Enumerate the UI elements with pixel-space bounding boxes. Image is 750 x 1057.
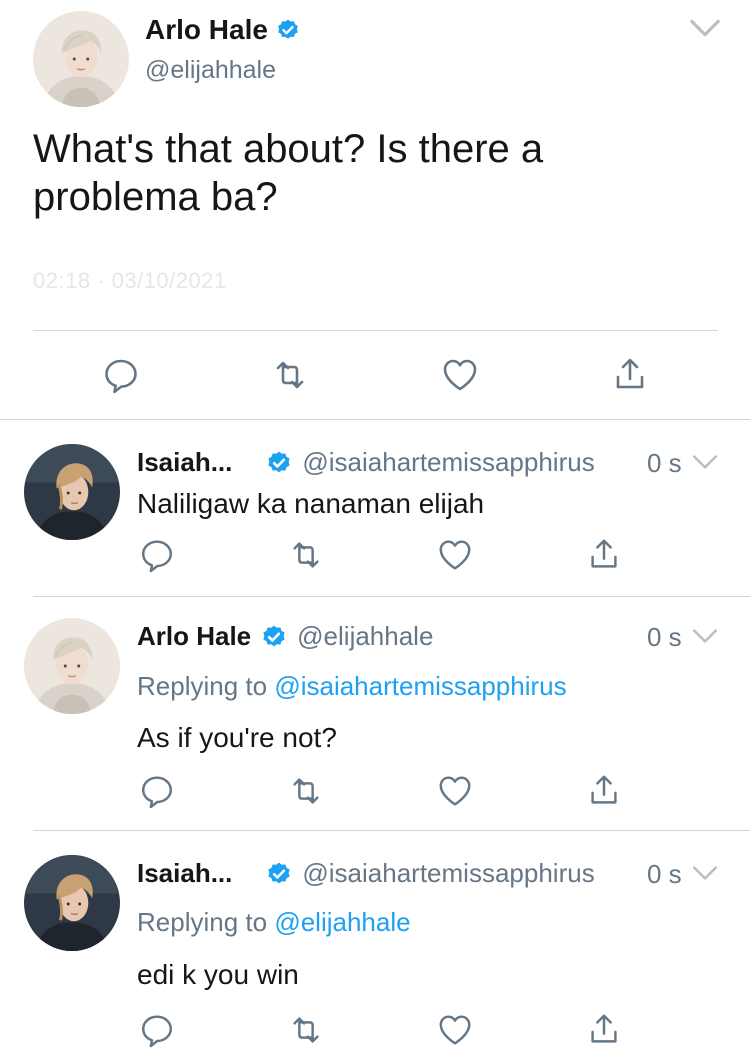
reply-tweet[interactable]: Arlo Hale @elijahhale 0 s Replying to @i… bbox=[0, 597, 750, 830]
author-handle[interactable]: @isaiahartemissapphirus bbox=[302, 858, 594, 889]
mention-link[interactable]: @elijahhale bbox=[274, 907, 410, 937]
author-name[interactable]: Isaiah... bbox=[137, 447, 232, 478]
share-icon[interactable] bbox=[585, 772, 623, 810]
author-handle[interactable]: @isaiahartemissapphirus bbox=[302, 447, 594, 478]
author-name[interactable]: Arlo Hale bbox=[145, 14, 300, 46]
author-handle[interactable]: @elijahhale bbox=[297, 621, 433, 652]
verified-badge-icon bbox=[266, 861, 292, 887]
replying-to-label: Replying to bbox=[137, 671, 268, 701]
reply-header: Arlo Hale @elijahhale bbox=[137, 621, 433, 652]
reply-icon[interactable] bbox=[138, 1011, 176, 1049]
reply-tweet[interactable]: Isaiah... @isaiahartemissapphirus 0 s Na… bbox=[0, 420, 750, 596]
retweet-icon[interactable] bbox=[270, 355, 310, 395]
reply-icon[interactable] bbox=[138, 536, 176, 574]
verified-badge-icon bbox=[261, 624, 287, 650]
author-name[interactable]: Arlo Hale bbox=[137, 621, 251, 652]
avatar[interactable] bbox=[24, 855, 120, 951]
chevron-down-icon[interactable] bbox=[691, 453, 719, 471]
share-icon[interactable] bbox=[610, 355, 650, 395]
like-icon[interactable] bbox=[440, 355, 480, 395]
reply-icon[interactable] bbox=[101, 355, 141, 395]
verified-badge-icon bbox=[276, 18, 300, 42]
retweet-icon[interactable] bbox=[287, 536, 325, 574]
avatar[interactable] bbox=[24, 444, 120, 540]
reply-text: edi k you win bbox=[137, 959, 299, 990]
share-icon[interactable] bbox=[585, 1011, 623, 1049]
retweet-icon[interactable] bbox=[287, 1011, 325, 1049]
reply-time: 0 s bbox=[647, 448, 682, 478]
retweet-icon[interactable] bbox=[287, 772, 325, 810]
reply-text: Naliligaw ka nanaman elijah bbox=[137, 488, 485, 519]
tweet-timestamp: 02:18 · 03/10/2021 bbox=[33, 268, 227, 293]
avatar[interactable] bbox=[33, 11, 129, 107]
reply-header: Isaiah... @isaiahartemissapphirus bbox=[137, 447, 595, 478]
chevron-down-icon[interactable] bbox=[691, 627, 719, 645]
author-handle[interactable]: @elijahhale bbox=[145, 56, 276, 85]
reply-header: Isaiah... @isaiahartemissapphirus bbox=[137, 858, 595, 889]
replying-to: Replying to @isaiahartemissapphirus bbox=[137, 671, 567, 702]
reply-icon[interactable] bbox=[138, 772, 176, 810]
reply-text: As if you're not? bbox=[137, 722, 337, 753]
tweet-text: What's that about? Is there a problema b… bbox=[33, 127, 544, 219]
mention-link[interactable]: @isaiahartemissapphirus bbox=[274, 671, 566, 701]
chevron-down-icon[interactable] bbox=[688, 17, 722, 39]
reply-tweet[interactable]: Isaiah... @isaiahartemissapphirus 0 s Re… bbox=[0, 831, 750, 1057]
chevron-down-icon[interactable] bbox=[691, 864, 719, 882]
verified-badge-icon bbox=[266, 450, 292, 476]
like-icon[interactable] bbox=[436, 536, 474, 574]
like-icon[interactable] bbox=[436, 772, 474, 810]
reply-time: 0 s bbox=[647, 622, 682, 652]
replying-to-label: Replying to bbox=[137, 907, 268, 937]
main-tweet: Arlo Hale @elijahhale What's that about?… bbox=[0, 0, 750, 420]
author-name-text: Arlo Hale bbox=[145, 14, 268, 45]
replying-to: Replying to @elijahhale bbox=[137, 907, 411, 938]
avatar[interactable] bbox=[24, 618, 120, 714]
share-icon[interactable] bbox=[585, 536, 623, 574]
like-icon[interactable] bbox=[436, 1011, 474, 1049]
author-name[interactable]: Isaiah... bbox=[137, 858, 232, 889]
divider bbox=[33, 330, 718, 331]
reply-time: 0 s bbox=[647, 859, 682, 889]
